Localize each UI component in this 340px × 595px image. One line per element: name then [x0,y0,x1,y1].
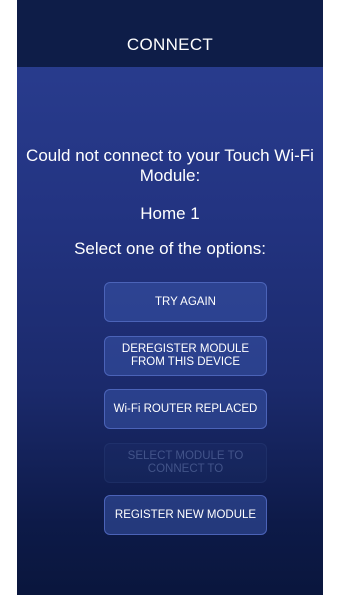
module-name: Home 1 [140,204,200,223]
select-module-button: SELECT MODULE TO CONNECT TO [104,443,267,483]
wifi-router-replaced-button[interactable]: Wi-Fi ROUTER REPLACED [104,389,267,429]
try-again-button[interactable]: TRY AGAIN [104,282,267,322]
connection-error-message: Could not connect to your Touch Wi-Fi Mo… [26,146,314,185]
register-new-module-button[interactable]: REGISTER NEW MODULE [104,495,267,535]
page-title: CONNECT [126,35,214,54]
connect-screen: CONNECT Could not connect to your Touch … [17,0,323,595]
header-bar: CONNECT [17,0,323,67]
deregister-module-button[interactable]: DEREGISTER MODULE FROM THIS DEVICE [104,336,267,376]
select-options-prompt: Select one of the options: [74,239,266,258]
